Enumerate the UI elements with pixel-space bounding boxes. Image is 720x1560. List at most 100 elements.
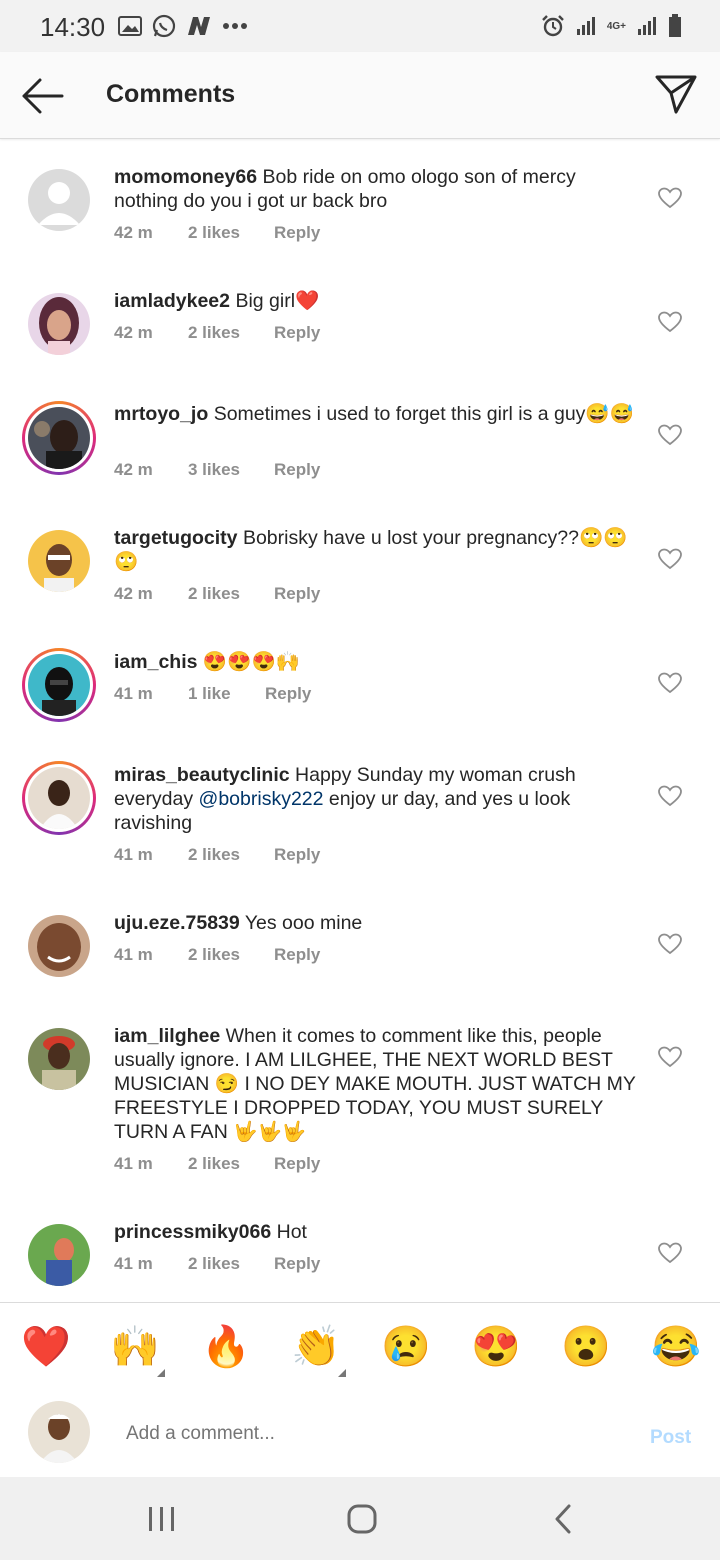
reply-button[interactable]: Reply: [274, 945, 320, 965]
comment-username[interactable]: iamladykee2: [114, 290, 230, 312]
comment-meta: 41 m 2 likes Reply: [114, 1254, 320, 1274]
comment-text: Big girl❤️: [235, 290, 320, 312]
avatar[interactable]: [22, 648, 96, 722]
comment-username[interactable]: iam_lilghee: [114, 1025, 220, 1047]
comment-time: 41 m: [114, 1254, 153, 1273]
reply-button[interactable]: Reply: [274, 845, 320, 865]
like-heart-icon[interactable]: [658, 1242, 682, 1264]
comment-likes[interactable]: 2 likes: [188, 323, 274, 343]
like-heart-icon[interactable]: [658, 311, 682, 333]
battery-icon: [669, 14, 681, 37]
like-heart-icon[interactable]: [658, 672, 682, 694]
direct-send-icon[interactable]: [654, 72, 698, 116]
whatsapp-icon: [152, 14, 176, 38]
emoji-clap-button[interactable]: 👏: [291, 1323, 341, 1371]
like-heart-icon[interactable]: [658, 548, 682, 570]
comment-meta: 42 m 2 likes Reply: [114, 584, 320, 604]
comment-text: 😍😍😍🙌: [202, 651, 301, 673]
avatar[interactable]: [22, 401, 96, 475]
comment-time: 41 m: [114, 1154, 153, 1173]
comment-likes[interactable]: 2 likes: [188, 1154, 274, 1174]
signal-icon: [638, 17, 656, 35]
post-button[interactable]: Post: [650, 1427, 691, 1449]
comment-meta: 42 m 2 likes Reply: [114, 323, 320, 343]
comment-meta: 42 m 2 likes Reply: [114, 223, 320, 243]
reply-button[interactable]: Reply: [274, 323, 320, 343]
like-heart-icon[interactable]: [658, 424, 682, 446]
avatar[interactable]: [22, 761, 96, 835]
avatar[interactable]: [28, 1028, 90, 1090]
status-bar: 14:30 4G+: [0, 0, 720, 52]
avatar[interactable]: [28, 169, 90, 231]
emoji-heart-eyes-button[interactable]: 😍: [471, 1323, 521, 1371]
gallery-icon: [118, 16, 142, 36]
system-nav-bar: [0, 1477, 720, 1560]
app-header: Comments: [0, 52, 720, 139]
comment-meta: 42 m 3 likes Reply: [114, 460, 320, 480]
comment-time: 42 m: [114, 460, 153, 479]
comment-username[interactable]: miras_beautyclinic: [114, 764, 290, 786]
comment-likes[interactable]: 2 likes: [188, 945, 274, 965]
my-avatar: [28, 1401, 90, 1463]
like-heart-icon[interactable]: [658, 1046, 682, 1068]
comment-time: 42 m: [114, 584, 153, 603]
comment-text: Sometimes i used to forget this girl is …: [213, 403, 634, 425]
n-app-icon: [188, 17, 210, 35]
emoji-surprised-button[interactable]: 😮: [561, 1323, 611, 1371]
comment-username[interactable]: momomoney66: [114, 166, 257, 188]
comment-likes[interactable]: 1 like: [188, 684, 265, 704]
alarm-icon: [541, 15, 564, 37]
back-arrow-icon[interactable]: [18, 74, 66, 118]
recent-apps-icon[interactable]: [142, 1499, 182, 1539]
avatar[interactable]: [28, 530, 90, 592]
comment-username[interactable]: princessmiky066: [114, 1221, 271, 1243]
comment-username[interactable]: mrtoyo_jo: [114, 403, 208, 425]
emoji-raised-hands-button[interactable]: 🙌: [110, 1323, 160, 1371]
emoji-fire-button[interactable]: 🔥: [201, 1323, 251, 1371]
home-icon[interactable]: [342, 1499, 382, 1539]
avatar[interactable]: [28, 1224, 90, 1286]
avatar[interactable]: [28, 293, 90, 355]
comment-time: 41 m: [114, 684, 153, 703]
comment-likes[interactable]: 3 likes: [188, 460, 274, 480]
reply-button[interactable]: Reply: [274, 223, 320, 243]
comment-username[interactable]: uju.eze.75839: [114, 912, 240, 934]
comment-likes[interactable]: 2 likes: [188, 1254, 274, 1274]
comment-mention-link[interactable]: @bobrisky222: [199, 788, 324, 810]
comment-time: 42 m: [114, 223, 153, 242]
comment-text: Yes ooo mine: [244, 912, 363, 934]
comments-list[interactable]: momomoney66 Bob ride on omo ologo son of…: [0, 139, 720, 1302]
more-dots-icon: [223, 23, 247, 29]
like-heart-icon[interactable]: [658, 933, 682, 955]
comment-meta: 41 m 2 likes Reply: [114, 945, 320, 965]
reply-button[interactable]: Reply: [265, 684, 311, 704]
comment-text: Hot: [276, 1221, 307, 1243]
page-title: Comments: [106, 80, 236, 108]
reply-button[interactable]: Reply: [274, 584, 320, 604]
like-heart-icon[interactable]: [658, 187, 682, 209]
signal-icon: [576, 17, 595, 35]
comment-likes[interactable]: 2 likes: [188, 845, 274, 865]
emoji-laughing-button[interactable]: 😂: [651, 1323, 701, 1371]
comment-likes[interactable]: 2 likes: [188, 584, 274, 604]
comment-likes[interactable]: 2 likes: [188, 223, 274, 243]
comment-time: 41 m: [114, 845, 153, 864]
reply-button[interactable]: Reply: [274, 460, 320, 480]
network-type: 4G+: [606, 20, 626, 32]
reply-button[interactable]: Reply: [274, 1154, 320, 1174]
avatar[interactable]: [28, 915, 90, 977]
back-nav-icon[interactable]: [544, 1499, 584, 1539]
emoji-crying-button[interactable]: 😢: [381, 1323, 431, 1371]
skin-tone-indicator: [338, 1369, 346, 1377]
emoji-heart-button[interactable]: ❤️: [21, 1323, 71, 1371]
comment-meta: 41 m 1 like Reply: [114, 684, 311, 704]
comment-meta: 41 m 2 likes Reply: [114, 845, 320, 865]
comment-meta: 41 m 2 likes Reply: [114, 1154, 320, 1174]
comment-input[interactable]: [126, 1419, 586, 1449]
like-heart-icon[interactable]: [658, 785, 682, 807]
comment-username[interactable]: iam_chis: [114, 651, 197, 673]
comment-composer: Post: [0, 1389, 720, 1477]
comment-username[interactable]: targetugocity: [114, 527, 238, 549]
emoji-quick-bar: ❤️ 🙌 🔥 👏 😢 😍 😮 😂: [0, 1302, 720, 1390]
reply-button[interactable]: Reply: [274, 1254, 320, 1274]
